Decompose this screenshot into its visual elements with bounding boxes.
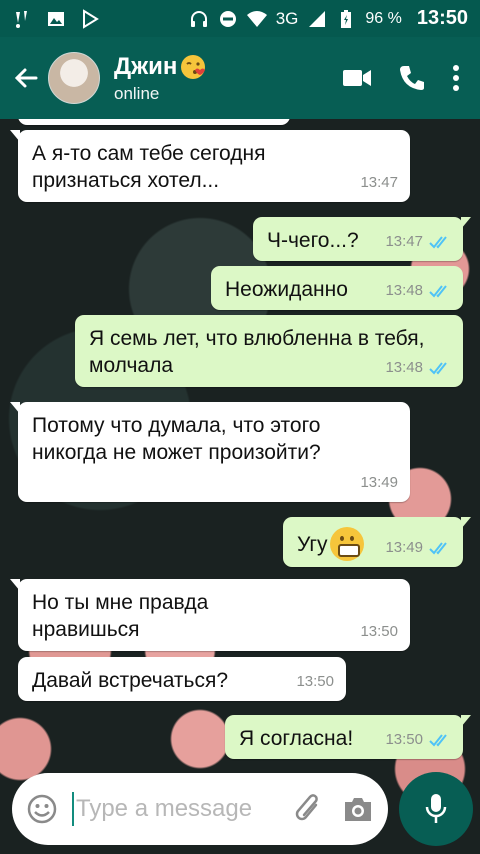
signal-icon [309, 10, 326, 27]
message-bubble-outgoing[interactable]: Неожиданно 13:48 [211, 266, 463, 310]
play-store-icon [83, 8, 99, 29]
message-bubble-outgoing[interactable]: Я семь лет, что влюбленна в тебя, молчал… [75, 315, 463, 387]
message-bubble-partial [18, 119, 290, 125]
grimacing-face-icon [329, 527, 364, 561]
back-button[interactable] [6, 58, 46, 98]
avatar[interactable] [48, 52, 100, 104]
read-ticks-icon [429, 733, 447, 746]
contact-status: online [114, 83, 160, 103]
message-bubble-outgoing[interactable]: Ч-чего...? 13:47 [253, 217, 471, 261]
message-time: 13:47 [360, 174, 398, 191]
chat-header: Джин online [0, 37, 480, 119]
camera-icon[interactable] [342, 795, 374, 823]
notification-icon [16, 10, 27, 28]
attach-icon[interactable] [294, 793, 324, 825]
video-call-icon[interactable] [342, 67, 372, 89]
headphones-icon [190, 10, 207, 27]
message-time: 13:49 [360, 474, 398, 491]
message-bubble-incoming[interactable]: Но ты мне правда нравишься 13:50 [10, 579, 410, 651]
contact-info[interactable]: Джин online [114, 53, 207, 104]
more-options-icon[interactable] [452, 64, 460, 92]
gallery-icon [48, 11, 64, 26]
message-text: Но ты мне правда нравишься [32, 591, 209, 641]
message-time: 13:48 [385, 359, 423, 376]
arrow-left-icon [14, 68, 38, 88]
message-bubble-outgoing[interactable]: Я согласна! 13:50 [225, 715, 471, 759]
chat-area[interactable]: А я-то сам тебе сегодня признаться хотел… [0, 119, 480, 854]
contact-name: Джин [114, 52, 178, 80]
microphone-icon [425, 794, 447, 823]
status-bar: 3G 96 % 13:50 [0, 0, 480, 37]
do-not-disturb-icon [219, 10, 236, 27]
message-text: Потому что думала, что этого никогда не … [32, 414, 321, 464]
message-text: Угу [297, 532, 328, 556]
message-time: 13:49 [385, 539, 423, 556]
read-ticks-icon [429, 541, 447, 554]
voice-record-button[interactable] [399, 772, 473, 846]
kissing-face-icon [181, 54, 206, 79]
message-time: 13:48 [385, 282, 423, 299]
message-input[interactable]: Type a message [76, 795, 294, 823]
battery-level: 96 % [365, 9, 402, 27]
clock: 13:50 [416, 7, 468, 29]
emoji-icon[interactable] [26, 793, 58, 825]
message-text: Я семь лет, что влюбленна в тебя, молчал… [89, 327, 425, 377]
message-time: 13:50 [385, 731, 423, 748]
text-cursor [72, 792, 74, 826]
message-time: 13:50 [296, 673, 334, 690]
message-composer[interactable]: Type a message [12, 773, 388, 845]
network-type: 3G [275, 8, 299, 28]
message-bubble-incoming[interactable]: Давай встречаться? 13:50 [18, 657, 346, 701]
message-bubble-outgoing[interactable]: Угу 13:49 [283, 517, 471, 567]
battery-icon [341, 9, 352, 28]
message-text: А я-то сам тебе сегодня признаться хотел… [32, 142, 266, 192]
message-time: 13:50 [360, 623, 398, 640]
read-ticks-icon [429, 361, 447, 374]
read-ticks-icon [429, 284, 447, 297]
message-bubble-incoming[interactable]: А я-то сам тебе сегодня признаться хотел… [10, 130, 410, 202]
message-text: Давай встречаться? [32, 669, 229, 692]
message-bubble-incoming[interactable]: Потому что думала, что этого никогда не … [10, 402, 410, 502]
wifi-icon [246, 10, 267, 27]
phone-call-icon[interactable] [398, 64, 426, 92]
message-time: 13:47 [385, 233, 423, 250]
read-ticks-icon [429, 235, 447, 248]
